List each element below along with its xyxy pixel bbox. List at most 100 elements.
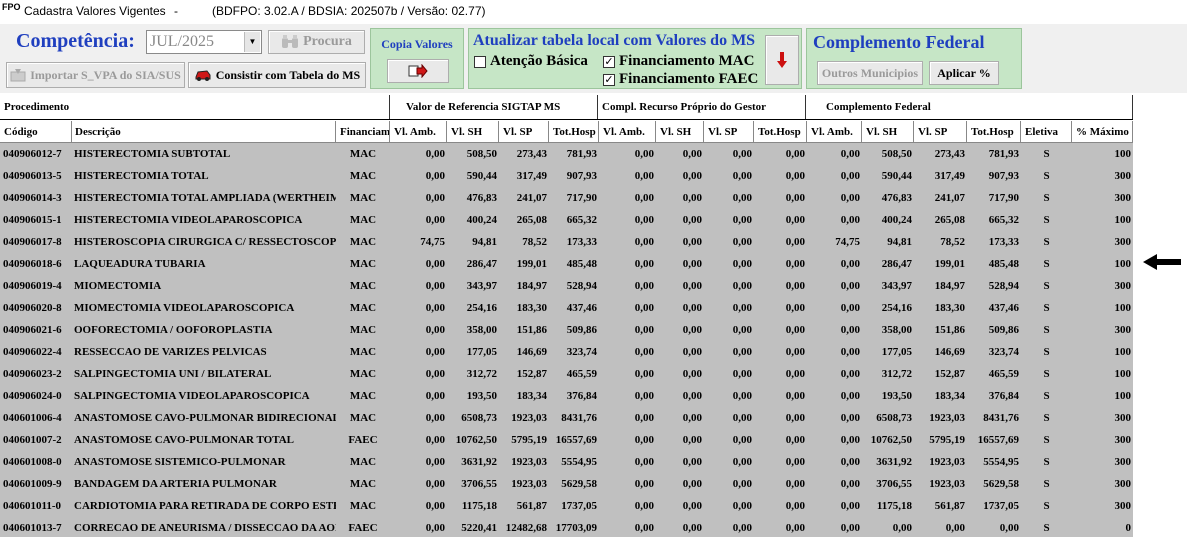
cell-gestor-tot-hosp[interactable]: 0,00: [754, 209, 807, 231]
cell-descricao[interactable]: CORRECAO DE ANEURISMA / DISSECCAO DA AOR…: [72, 517, 336, 537]
cell-gestor-vl-sh[interactable]: 0,00: [656, 187, 704, 209]
cell-sigtap-vl-amb[interactable]: 0,00: [390, 473, 447, 495]
atualizar-button[interactable]: [765, 35, 799, 85]
cell-sigtap-vl-sh[interactable]: 312,72: [447, 363, 499, 385]
cell-federal-vl-sh[interactable]: 94,81: [862, 231, 914, 253]
cell-gestor-vl-sp[interactable]: 0,00: [704, 231, 754, 253]
cell-federal-vl-amb[interactable]: 0,00: [807, 473, 862, 495]
cell-federal-vl-sp[interactable]: 152,87: [914, 363, 967, 385]
cell-financiamento[interactable]: MAC: [336, 231, 390, 253]
cell-sigtap-tot-hosp[interactable]: 17703,09: [549, 517, 599, 537]
cell-federal-vl-amb[interactable]: 0,00: [807, 209, 862, 231]
column-header-gestor-vl-amb[interactable]: Vl. Amb.: [599, 121, 656, 142]
cell-pct-maximo[interactable]: 100: [1072, 143, 1133, 165]
cell-gestor-tot-hosp[interactable]: 0,00: [754, 297, 807, 319]
cell-eletiva[interactable]: S: [1021, 143, 1072, 165]
cell-pct-maximo[interactable]: 100: [1072, 341, 1133, 363]
cell-federal-tot-hosp[interactable]: 16557,69: [967, 429, 1021, 451]
table-row[interactable]: 040906012-7 HISTERECTOMIA SUBTOTAL MAC 0,00…: [0, 143, 1133, 165]
cell-federal-vl-amb[interactable]: 74,75: [807, 231, 862, 253]
cell-gestor-vl-sh[interactable]: 0,00: [656, 341, 704, 363]
cell-federal-tot-hosp[interactable]: 781,93: [967, 143, 1021, 165]
cell-gestor-tot-hosp[interactable]: 0,00: [754, 385, 807, 407]
cell-federal-vl-amb[interactable]: 0,00: [807, 429, 862, 451]
cell-federal-vl-sh[interactable]: 0,00: [862, 517, 914, 537]
cell-codigo[interactable]: 040906015-1: [0, 209, 72, 231]
cell-federal-tot-hosp[interactable]: 509,86: [967, 319, 1021, 341]
cell-descricao[interactable]: MIOMECTOMIA: [72, 275, 336, 297]
cell-gestor-tot-hosp[interactable]: 0,00: [754, 143, 807, 165]
cell-sigtap-tot-hosp[interactable]: 781,93: [549, 143, 599, 165]
table-row[interactable]: 040906022-4 RESSECCAO DE VARIZES PELVICAS…: [0, 341, 1133, 363]
cell-federal-vl-sp[interactable]: 0,00: [914, 517, 967, 537]
cell-descricao[interactable]: BANDAGEM DA ARTERIA PULMONAR: [72, 473, 336, 495]
cell-eletiva[interactable]: S: [1021, 187, 1072, 209]
cell-sigtap-vl-amb[interactable]: 0,00: [390, 253, 447, 275]
cell-descricao[interactable]: ANASTOMOSE SISTEMICO-PULMONAR: [72, 451, 336, 473]
cell-federal-vl-sp[interactable]: 183,34: [914, 385, 967, 407]
cell-financiamento[interactable]: MAC: [336, 253, 390, 275]
cell-gestor-vl-amb[interactable]: 0,00: [599, 297, 656, 319]
cell-gestor-vl-amb[interactable]: 0,00: [599, 517, 656, 537]
financiamento-faec-box[interactable]: ✓: [603, 73, 615, 86]
cell-eletiva[interactable]: S: [1021, 495, 1072, 517]
cell-federal-vl-amb[interactable]: 0,00: [807, 517, 862, 537]
cell-descricao[interactable]: HISTERECTOMIA VIDEOLAPAROSCOPICA: [72, 209, 336, 231]
competencia-select[interactable]: JUL/2025 ▼: [146, 30, 262, 54]
cell-sigtap-vl-sp[interactable]: 146,69: [499, 341, 549, 363]
column-header-sigtap-vl-sh[interactable]: Vl. SH: [447, 121, 499, 142]
column-header-federal-tot-hosp[interactable]: Tot.Hosp: [967, 121, 1021, 142]
cell-federal-tot-hosp[interactable]: 485,48: [967, 253, 1021, 275]
cell-federal-vl-sh[interactable]: 3631,92: [862, 451, 914, 473]
cell-sigtap-tot-hosp[interactable]: 376,84: [549, 385, 599, 407]
cell-pct-maximo[interactable]: 300: [1072, 319, 1133, 341]
table-row[interactable]: 040601009-9 BANDAGEM DA ARTERIA PULMONAR M…: [0, 473, 1133, 495]
cell-sigtap-vl-amb[interactable]: 0,00: [390, 429, 447, 451]
cell-gestor-vl-amb[interactable]: 0,00: [599, 473, 656, 495]
cell-eletiva[interactable]: S: [1021, 319, 1072, 341]
column-header-gestor-vl-sp[interactable]: Vl. SP: [704, 121, 754, 142]
cell-pct-maximo[interactable]: 300: [1072, 429, 1133, 451]
cell-pct-maximo[interactable]: 300: [1072, 165, 1133, 187]
cell-codigo[interactable]: 040906012-7: [0, 143, 72, 165]
cell-federal-vl-amb[interactable]: 0,00: [807, 451, 862, 473]
table-row[interactable]: 040906019-4 MIOMECTOMIA MAC 0,00 343,97 184,9…: [0, 275, 1133, 297]
importar-button[interactable]: Importar S_VPA do SIA/SUS: [6, 62, 185, 88]
cell-sigtap-vl-sh[interactable]: 590,44: [447, 165, 499, 187]
cell-gestor-vl-amb[interactable]: 0,00: [599, 341, 656, 363]
cell-sigtap-vl-sh[interactable]: 3706,55: [447, 473, 499, 495]
cell-sigtap-tot-hosp[interactable]: 465,59: [549, 363, 599, 385]
cell-pct-maximo[interactable]: 300: [1072, 473, 1133, 495]
cell-financiamento[interactable]: MAC: [336, 319, 390, 341]
cell-sigtap-vl-sp[interactable]: 1923,03: [499, 407, 549, 429]
cell-codigo[interactable]: 040906024-0: [0, 385, 72, 407]
cell-sigtap-tot-hosp[interactable]: 907,93: [549, 165, 599, 187]
column-header-federal-vl-amb[interactable]: Vl. Amb.: [807, 121, 862, 142]
cell-pct-maximo[interactable]: 100: [1072, 253, 1133, 275]
cell-sigtap-tot-hosp[interactable]: 5554,95: [549, 451, 599, 473]
cell-federal-vl-sh[interactable]: 400,24: [862, 209, 914, 231]
cell-gestor-vl-sh[interactable]: 0,00: [656, 385, 704, 407]
cell-gestor-tot-hosp[interactable]: 0,00: [754, 275, 807, 297]
cell-eletiva[interactable]: S: [1021, 231, 1072, 253]
cell-pct-maximo[interactable]: 100: [1072, 209, 1133, 231]
cell-federal-vl-sp[interactable]: 241,07: [914, 187, 967, 209]
cell-codigo[interactable]: 040906013-5: [0, 165, 72, 187]
cell-gestor-vl-sp[interactable]: 0,00: [704, 407, 754, 429]
cell-federal-vl-sh[interactable]: 254,16: [862, 297, 914, 319]
cell-sigtap-vl-amb[interactable]: 0,00: [390, 517, 447, 537]
cell-descricao[interactable]: ANASTOMOSE CAVO-PULMONAR BIDIRECIONAL: [72, 407, 336, 429]
cell-financiamento[interactable]: FAEC: [336, 429, 390, 451]
cell-gestor-vl-sh[interactable]: 0,00: [656, 473, 704, 495]
cell-gestor-vl-sh[interactable]: 0,00: [656, 429, 704, 451]
cell-financiamento[interactable]: MAC: [336, 451, 390, 473]
cell-federal-vl-amb[interactable]: 0,00: [807, 407, 862, 429]
cell-federal-vl-amb[interactable]: 0,00: [807, 385, 862, 407]
cell-eletiva[interactable]: S: [1021, 407, 1072, 429]
cell-sigtap-tot-hosp[interactable]: 323,74: [549, 341, 599, 363]
cell-pct-maximo[interactable]: 0: [1072, 517, 1133, 537]
cell-gestor-vl-sp[interactable]: 0,00: [704, 429, 754, 451]
cell-sigtap-vl-sp[interactable]: 151,86: [499, 319, 549, 341]
cell-sigtap-vl-sp[interactable]: 241,07: [499, 187, 549, 209]
cell-federal-vl-amb[interactable]: 0,00: [807, 275, 862, 297]
